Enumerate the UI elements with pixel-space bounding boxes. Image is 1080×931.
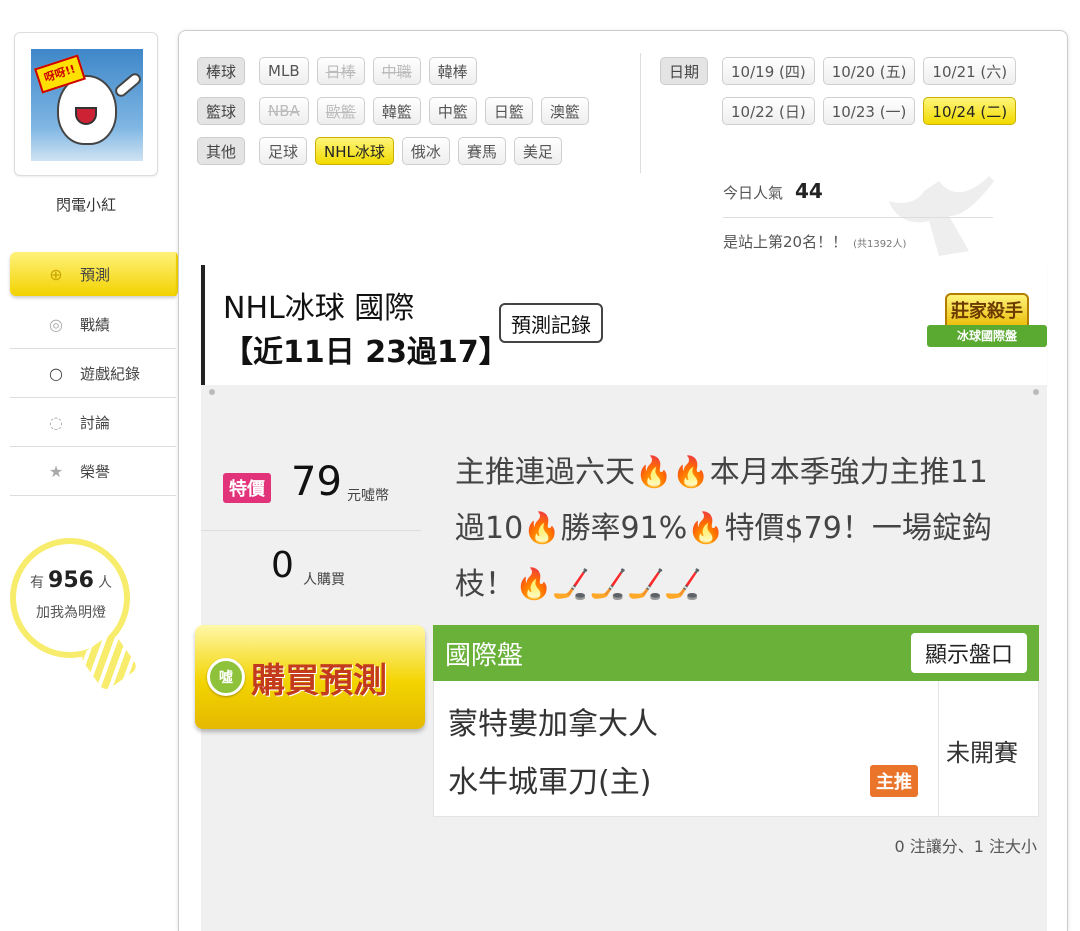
coin-icon: 噓 bbox=[207, 658, 245, 696]
date-row-2: 10/22 (日) 10/23 (一) 10/24 (二) bbox=[660, 91, 1024, 131]
fans-count: 有 956 人 bbox=[30, 568, 112, 593]
filter-euro-basketball: 歐籃 bbox=[316, 97, 365, 125]
medal-icon: ★ bbox=[48, 461, 64, 481]
prediction-body: 特價 79 元噓幣 0 人購買 主推連過六天🔥🔥本月本季強力主推11過10🔥勝率… bbox=[195, 385, 1047, 931]
team-home: 水牛城軍刀(主) bbox=[448, 765, 652, 800]
date-1022[interactable]: 10/22 (日) bbox=[722, 97, 815, 125]
username[interactable]: 閃電小紅 bbox=[14, 194, 158, 215]
site-rank: 是站上第20名！！ (共1392人) bbox=[723, 233, 907, 251]
sidebar-item-game-log[interactable]: ○ 遊戲紀錄 bbox=[10, 349, 176, 398]
category-other: 其他 bbox=[197, 137, 246, 165]
prediction-title: NHL冰球 國際 bbox=[223, 291, 415, 326]
filter-nba: NBA bbox=[259, 97, 309, 125]
filter-soccer[interactable]: 足球 bbox=[259, 137, 308, 165]
market-header: 國際盤 顯示盤口 bbox=[433, 625, 1039, 681]
filter-npb: 日棒 bbox=[316, 57, 365, 85]
sport-filters: 棒球 MLB 日棒 中職 韓棒 籃球 NBA 歐籃 韓籃 中籃 日籃 澳籃 其他… bbox=[197, 51, 597, 171]
filter-kbo[interactable]: 韓棒 bbox=[428, 57, 477, 85]
main-pick-badge: 主推 bbox=[870, 765, 918, 797]
prediction-history-button[interactable]: 預測記錄 bbox=[499, 303, 603, 343]
spiral-icon: ◎ bbox=[49, 314, 63, 334]
page-root: 呀呀!! 閃電小紅 ⊕ 預測 ◎ 戰績 ○ 遊戲紀錄 ◌ 討論 ★ 榮譽 有 9… bbox=[0, 0, 1080, 931]
today-popularity: 今日人氣 44 bbox=[723, 179, 823, 203]
market-card: 國際盤 顯示盤口 蒙特婁加拿大人 水牛城軍刀(主) 主推 未開賽 bbox=[433, 625, 1039, 817]
buy-prediction-button[interactable]: 噓 購買預測 bbox=[195, 625, 425, 729]
date-1020[interactable]: 10/20 (五) bbox=[822, 57, 916, 85]
date-1021[interactable]: 10/21 (六) bbox=[923, 57, 1017, 85]
fans-label: 加我為明燈 bbox=[36, 605, 106, 621]
category-baseball: 棒球 bbox=[197, 57, 246, 85]
show-odds-button[interactable]: 顯示盤口 bbox=[910, 633, 1027, 673]
avatar-image: 呀呀!! bbox=[31, 49, 143, 161]
chat-icon: ◌ bbox=[49, 412, 63, 432]
filter-nhl[interactable]: NHL冰球 bbox=[315, 137, 394, 165]
prediction-description: 主推連過六天🔥🔥本月本季強力主推11過10🔥勝率91%🔥特價$79！一場錠鈎枝！… bbox=[455, 455, 992, 602]
filter-row-other: 其他 足球 NHL冰球 俄冰 賽馬 美足 bbox=[197, 131, 597, 171]
filter-nfl[interactable]: 美足 bbox=[513, 137, 562, 165]
buyers-unit: 人購買 bbox=[303, 572, 345, 588]
bet-counts: 0 注讓分、1 注大小 bbox=[894, 837, 1037, 856]
price-value: 79 bbox=[291, 459, 342, 505]
sidebar-item-honor[interactable]: ★ 榮譽 bbox=[10, 447, 176, 496]
badge-ribbon: 冰球國際盤 bbox=[927, 325, 1047, 347]
category-basketball: 籃球 bbox=[197, 97, 246, 125]
team-away: 蒙特婁加拿大人 bbox=[448, 707, 658, 742]
sidebar-item-discussion[interactable]: ◌ 討論 bbox=[10, 398, 176, 447]
price-box: 特價 79 元噓幣 0 人購買 bbox=[201, 385, 421, 595]
sidebar-nav: ⊕ 預測 ◎ 戰績 ○ 遊戲紀錄 ◌ 討論 ★ 榮譽 bbox=[10, 252, 188, 496]
filter-row-baseball: 棒球 MLB 日棒 中職 韓棒 bbox=[197, 51, 597, 91]
date-1024[interactable]: 10/24 (二) bbox=[923, 97, 1017, 125]
market-body: 蒙特婁加拿大人 水牛城軍刀(主) 主推 未開賽 bbox=[433, 681, 1039, 817]
sidebar: 呀呀!! 閃電小紅 ⊕ 預測 ◎ 戰績 ○ 遊戲紀錄 ◌ 討論 ★ 榮譽 有 9… bbox=[0, 0, 190, 931]
filter-kbl[interactable]: 韓籃 bbox=[372, 97, 421, 125]
date-filters: 日期 10/19 (四) 10/20 (五) 10/21 (六) 10/22 (… bbox=[660, 51, 1024, 131]
circle-icon: ○ bbox=[49, 363, 63, 383]
market-name: 國際盤 bbox=[445, 640, 524, 671]
filter-nbl[interactable]: 澳籃 bbox=[540, 97, 589, 125]
target-icon: ⊕ bbox=[49, 264, 63, 284]
filter-mlb[interactable]: MLB bbox=[259, 57, 309, 85]
stats-divider bbox=[723, 217, 993, 218]
filter-horse-racing[interactable]: 賽馬 bbox=[457, 137, 506, 165]
filter-jbl[interactable]: 日籃 bbox=[484, 97, 533, 125]
filter-sbl[interactable]: 中籃 bbox=[428, 97, 477, 125]
game-status: 未開賽 bbox=[946, 739, 1018, 767]
price-unit: 元噓幣 bbox=[347, 488, 389, 504]
filter-khl[interactable]: 俄冰 bbox=[401, 137, 450, 165]
pin-icon bbox=[1033, 389, 1039, 395]
date-1023[interactable]: 10/23 (一) bbox=[822, 97, 916, 125]
filter-cpbl: 中職 bbox=[372, 57, 421, 85]
avatar[interactable]: 呀呀!! bbox=[14, 32, 158, 176]
buyers-count: 0 bbox=[271, 545, 294, 586]
filter-row-basketball: 籃球 NBA 歐籃 韓籃 中籃 日籃 澳籃 bbox=[197, 91, 597, 131]
prediction-header: NHL冰球 國際 【近11日 23過17】 預測記錄 莊家殺手 冰球國際盤 bbox=[201, 265, 1047, 385]
date-1019[interactable]: 10/19 (四) bbox=[722, 57, 815, 85]
filter-divider bbox=[640, 53, 641, 173]
date-row-1: 日期 10/19 (四) 10/20 (五) 10/21 (六) bbox=[660, 51, 1024, 91]
sidebar-item-predict[interactable]: ⊕ 預測 bbox=[10, 252, 188, 296]
special-price-badge: 特價 bbox=[223, 473, 271, 503]
main-panel: 棒球 MLB 日棒 中職 韓棒 籃球 NBA 歐籃 韓籃 中籃 日籃 澳籃 其他… bbox=[178, 30, 1068, 931]
prediction-record-summary: 【近11日 23過17】 bbox=[223, 335, 509, 370]
sidebar-item-record[interactable]: ◎ 戰績 bbox=[10, 300, 176, 349]
date-label: 日期 bbox=[660, 57, 709, 85]
dealer-killer-badge: 莊家殺手 冰球國際盤 bbox=[927, 293, 1047, 363]
